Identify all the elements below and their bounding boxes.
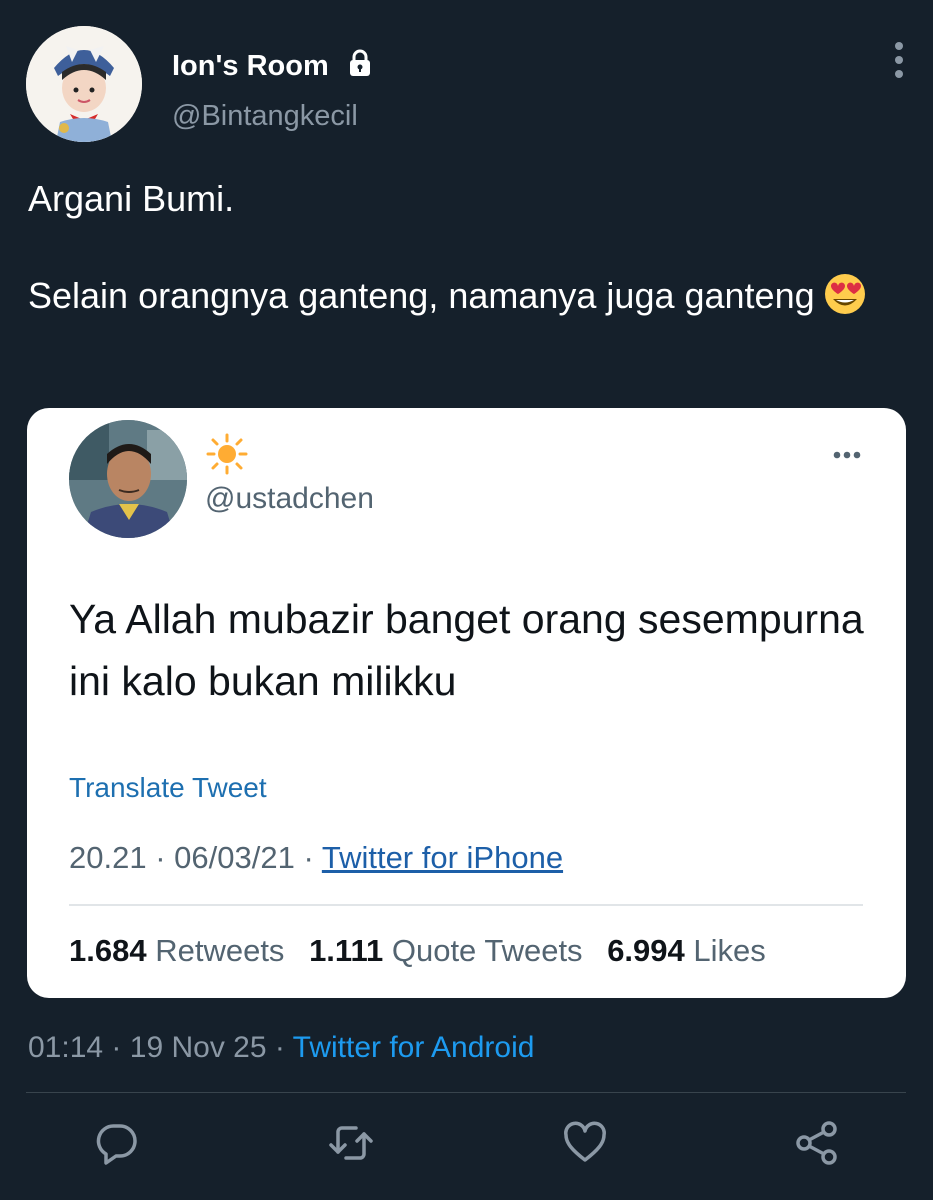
actions-divider [26, 1092, 906, 1093]
quoted-tweet-time: 20.21 [69, 840, 147, 875]
retweet-icon[interactable] [328, 1120, 374, 1166]
tweet-actions [0, 1120, 933, 1170]
heart-eyes-emoji-icon [824, 274, 865, 314]
man-portrait-avatar-icon [69, 420, 187, 538]
quoted-divider [69, 904, 863, 906]
quote-tweets-stat[interactable]: 1.111 Quote Tweets [309, 933, 591, 968]
quote-tweets-count: 1.111 [309, 933, 384, 968]
tweet-paragraph-1: Argani Bumi. [28, 178, 235, 219]
child-avatar-icon [26, 26, 142, 142]
quote-tweets-label: Quote Tweets [391, 933, 583, 968]
separator: · [155, 840, 166, 875]
likes-count: 6.994 [607, 933, 685, 968]
quoted-tweet-text: Ya Allah mubazir banget orang sesempurna… [69, 596, 864, 704]
quoted-tweet-stats: 1.684 Retweets 1.111 Quote Tweets 6.994 … [69, 933, 782, 969]
quoted-author-handle[interactable]: @ustadchen [205, 482, 374, 516]
tweet-paragraph-2-text: Selain orangnya ganteng, namanya juga ga… [28, 275, 815, 316]
separator: · [303, 840, 314, 875]
lock-icon [349, 49, 370, 76]
tweet-source-link[interactable]: Twitter for Android [293, 1031, 535, 1064]
translate-tweet-link[interactable]: Translate Tweet [69, 772, 267, 804]
likes-stat[interactable]: 6.994 Likes [607, 933, 766, 968]
quoted-tweet-date: 06/03/21 [174, 840, 295, 875]
likes-label: Likes [693, 933, 766, 968]
author-name[interactable]: Ion's Room [172, 48, 375, 83]
tweet-paragraph-2: Selain orangnya ganteng, namanya juga ga… [28, 271, 888, 320]
quoted-more-options-icon[interactable] [832, 450, 862, 460]
author-name-text: Ion's Room [172, 50, 329, 82]
more-options-icon[interactable] [892, 40, 906, 80]
quoted-tweet-card[interactable]: @ustadchen Ya Allah mubazir banget orang… [27, 408, 906, 998]
retweets-count: 1.684 [69, 933, 147, 968]
like-icon[interactable] [562, 1120, 608, 1166]
author-avatar[interactable] [26, 26, 142, 142]
sun-emoji-icon [206, 433, 248, 475]
quoted-tweet-meta: 20.21 · 06/03/21 · Twitter for iPhone [69, 840, 563, 876]
reply-icon[interactable] [94, 1120, 140, 1166]
tweet-text: Argani Bumi. Selain orangnya ganteng, na… [28, 174, 888, 320]
share-icon[interactable] [794, 1120, 840, 1166]
tweet-meta: 01:14 · 19 Nov 25 · Twitter for Android [28, 1031, 534, 1065]
separator: · [111, 1031, 122, 1064]
retweets-label: Retweets [155, 933, 285, 968]
tweet-date: 19 Nov 25 [129, 1031, 267, 1064]
tweet-time: 01:14 [28, 1031, 104, 1064]
retweets-stat[interactable]: 1.684 Retweets [69, 933, 293, 968]
tweet-header: Ion's Room @Bintangkecil [26, 26, 906, 146]
quoted-author-avatar[interactable] [69, 420, 187, 538]
author-handle[interactable]: @Bintangkecil [172, 100, 358, 133]
separator: · [274, 1031, 285, 1064]
quoted-tweet-source-link[interactable]: Twitter for iPhone [322, 840, 563, 875]
